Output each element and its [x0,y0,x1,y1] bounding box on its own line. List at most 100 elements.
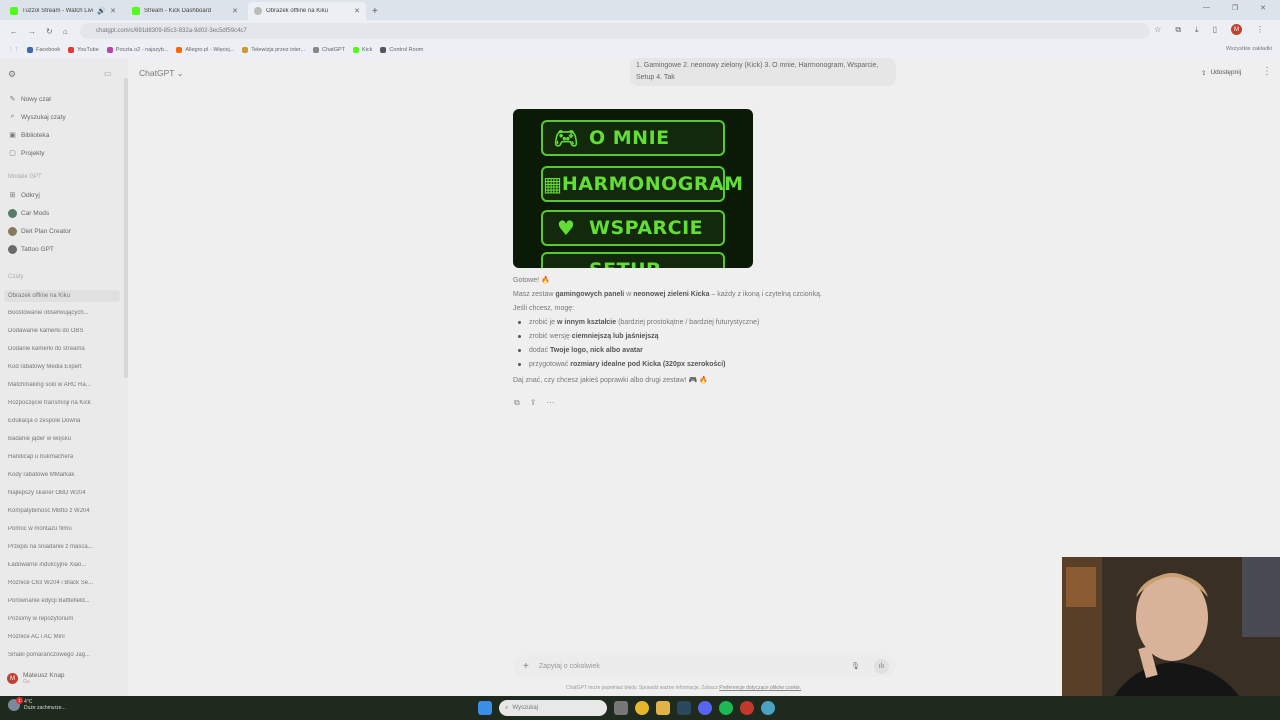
chat-item[interactable]: Ładowarne indukcyjne Xiao... [8,562,120,568]
share-icon: ⇪ [1201,70,1207,77]
forward-icon[interactable]: → [28,27,36,36]
chat-item[interactable]: Dodawanie kamerki do OBS [8,328,120,334]
generated-image[interactable]: 🎮︎ O MNIE ▦ HARMONOGRAM ♥ WSPARCIE ▭ SET… [513,109,753,268]
chat-item-active[interactable]: Obrazek offline na Kiku [4,290,120,302]
gpt-item[interactable]: Car Mods [8,209,49,218]
gamepad-icon: 🎮︎ [553,126,579,150]
chat-item[interactable]: Porównanie edycji Battlefield... [8,598,120,604]
audio-icon[interactable]: 🔊 [97,7,106,15]
chevron-down-icon: ⌄ [176,68,184,78]
steam-icon[interactable] [677,701,691,715]
chat-item[interactable]: Przepis na śniadanie z masca... [8,544,120,550]
chat-item[interactable]: Boostowanie obserwujących... [8,310,120,316]
close-icon[interactable]: ✕ [354,7,360,15]
nav-label: Projekty [21,149,45,157]
chrome-icon[interactable] [635,701,649,715]
user-menu[interactable]: M Mateusz Knap Go [7,672,65,685]
model-selector[interactable]: ChatGPT ⌄ [139,68,184,79]
chat-item[interactable]: Różnice C63 W204 i Black Se... [8,580,120,586]
search-icon: ⌕ [10,113,15,120]
chat-item[interactable]: Kompatybilność MBtto z W204 [8,508,120,514]
plus-icon[interactable]: + [523,661,529,672]
gpt-item[interactable]: Diet Plan Creator [8,227,71,236]
close-icon[interactable]: ✕ [110,7,116,15]
microphone-icon[interactable]: 🎙︎ [851,662,860,670]
apps-icon[interactable]: ⋮⋮ [8,47,19,53]
chat-item[interactable]: Badanie jąder w wojsku [8,436,120,442]
task-view-icon[interactable] [614,701,628,715]
profile-avatar[interactable]: M [1231,24,1242,35]
new-chat-button[interactable]: ✎ Nowy czat [8,95,51,104]
sidepanel-icon[interactable]: ▯ [1213,25,1217,34]
address-bar[interactable]: chatgpt.com/c/691d8309-85c3-832a-9d02-3e… [80,23,1150,39]
file-explorer-icon[interactable] [656,701,670,715]
chat-item[interactable]: Matchmaking solo w ARC Ra... [8,382,120,388]
share-label: Udostępnij [1210,69,1242,76]
menu-icon[interactable]: ⋮ [1256,25,1264,34]
windows-start-icon[interactable] [478,701,492,715]
new-tab-button[interactable]: + [372,6,378,17]
more-icon[interactable]: ⋯ [546,398,554,408]
chat-item[interactable]: Najlepszy skaner OBD W204 [8,490,120,496]
chat-item[interactable]: Dodanie kamerki do streama [8,346,120,352]
download-icon[interactable]: ⤓ [1195,25,1199,35]
composer-input[interactable]: Zapytaj o cokolwiek [539,663,851,670]
share-icon[interactable]: ⇪ [530,398,537,408]
bookmark-item[interactable]: Telewizja przez inter... [242,47,305,53]
openai-logo-icon[interactable]: ⚙ [8,69,16,80]
browser-tab[interactable]: Stream - Kick Dashboard ✕ [126,2,244,20]
reload-icon[interactable]: ↻ [46,27,53,36]
back-icon[interactable]: ← [10,27,18,36]
chat-item[interactable]: Poziomy w repozytorium [8,616,120,622]
voice-mode-icon[interactable]: ılı [874,658,889,674]
taskbar-search[interactable]: ⌕ Wyszukaj [499,700,607,716]
close-window-icon[interactable]: ✕ [1260,4,1266,12]
chat-item[interactable]: Różnice AC i AC Mini [8,634,120,640]
home-icon[interactable]: ⌂ [63,27,68,36]
browser-tab-active[interactable]: Obrazek offline na Kiku ✕ [248,2,366,20]
bookmark-item[interactable]: Facebook [27,47,60,53]
all-bookmarks[interactable]: Wszystkie zakładki [1226,46,1272,52]
obs-icon[interactable] [740,701,754,715]
gpt-item[interactable]: ⊞ Odkryj [8,191,40,200]
weather-widget[interactable]: 1 4°C Duże zachmurze... [8,697,66,711]
cookie-preferences-link[interactable]: Preferencje dotyczące plików cookie. [719,685,801,691]
collapse-sidebar-icon[interactable]: ▭ [104,69,112,78]
gpt-avatar-icon [8,209,17,218]
maximize-icon[interactable]: ❐ [1232,4,1238,12]
projects-button[interactable]: ▢ Projekty [8,149,45,158]
more-options-icon[interactable]: ⋮ [1262,66,1272,77]
response-line: Gotowe! 🔥 [513,277,550,284]
bookmark-star-icon[interactable]: ☆ [1154,25,1161,34]
chat-item[interactable]: Rozpoczęcie transmisji na Kick [8,400,120,406]
copy-icon[interactable]: ⧉ [514,398,520,408]
response-line: Jeśli chcesz, mogę: [513,305,575,312]
app-icon[interactable] [761,701,775,715]
search-chats-button[interactable]: ⌕ Wyszukaj czaty [8,113,66,121]
chat-item[interactable]: Kody rabatowe MMarkak [8,472,120,478]
bookmark-item[interactable]: Kick [353,47,372,53]
share-button[interactable]: ⇪ Udostępnij [1201,69,1241,77]
spotify-icon[interactable] [719,701,733,715]
bookmark-item[interactable]: ChatGPT [313,47,345,53]
bookmark-item[interactable]: Control Room [380,47,423,53]
chat-item[interactable]: Handicap u bukmachera [8,454,120,460]
calendar-icon: ▦ [543,172,562,196]
bookmark-item[interactable]: Poczta o2 - najszyb... [106,47,168,53]
library-button[interactable]: ▣ Biblioteka [8,131,49,140]
discord-icon[interactable] [698,701,712,715]
bookmark-item[interactable]: Allegro.pl - Więcej... [176,47,234,53]
browser-tab[interactable]: Tuzzol Stream - Watch Live 🔊 ✕ [4,2,122,20]
gpt-item[interactable]: Tattoo GPT [8,245,54,254]
chat-item[interactable]: Kod rabatowy Media Expert [8,364,120,370]
chat-item[interactable]: Pomoc w montażu filmu [8,526,120,532]
bold-text: gamingowych paneli [555,291,625,298]
bookmark-item[interactable]: YouTube [68,47,99,53]
sidebar-scrollbar[interactable] [124,78,128,378]
chat-item[interactable]: Edukacja o zespole Downa [8,418,120,424]
minimize-icon[interactable]: — [1203,4,1210,12]
chat-item[interactable]: Smaki pomarańczowego Jag... [8,652,120,658]
composer[interactable]: + Zapytaj o cokolwiek 🎙︎ ılı [513,655,895,677]
close-icon[interactable]: ✕ [232,7,238,15]
extensions-icon[interactable]: ⧉ [1175,25,1181,35]
